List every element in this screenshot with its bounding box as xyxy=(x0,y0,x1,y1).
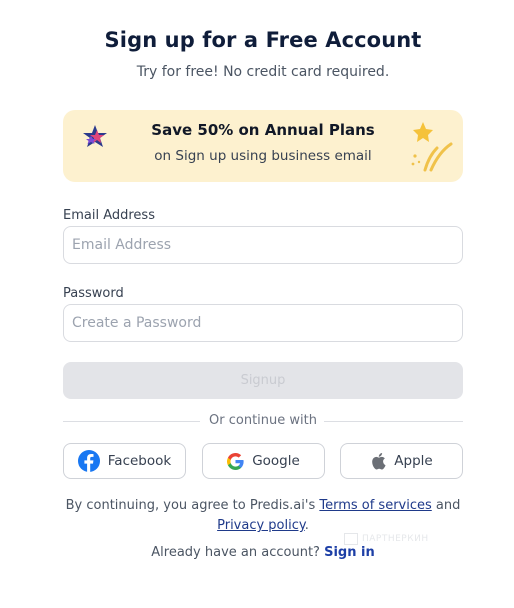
email-label: Email Address xyxy=(63,208,155,223)
signup-button[interactable]: Signup xyxy=(63,362,463,399)
divider-line-right xyxy=(324,421,463,422)
promo-title: Save 50% on Annual Plans xyxy=(151,121,375,139)
signin-prompt: Already have an account? Sign in xyxy=(0,545,514,560)
promo-subtitle: on Sign up using business email xyxy=(154,148,372,164)
terms-of-service-link[interactable]: Terms of services xyxy=(319,498,431,513)
terms-suffix: . xyxy=(304,518,309,533)
google-icon xyxy=(227,452,244,470)
promo-banner: Save 50% on Annual Plans on Sign up usin… xyxy=(63,110,463,182)
google-label: Google xyxy=(252,453,300,469)
password-label: Password xyxy=(63,286,124,301)
apple-icon xyxy=(372,453,386,470)
email-field[interactable] xyxy=(63,226,463,264)
watermark-text: ПАРТНЕРКИН xyxy=(362,534,429,544)
terms-middle: and xyxy=(431,498,461,513)
facebook-button[interactable]: Facebook xyxy=(63,443,186,479)
page-subtitle: Try for free! No credit card required. xyxy=(136,64,390,80)
apple-label: Apple xyxy=(394,453,433,469)
page-title: Sign up for a Free Account xyxy=(104,28,422,52)
password-field[interactable] xyxy=(63,304,463,342)
signup-page: Sign up for a Free Account Try for free!… xyxy=(0,0,514,608)
celebration-burst-icon xyxy=(411,122,453,172)
google-button[interactable]: Google xyxy=(202,443,325,479)
terms-prefix: By continuing, you agree to Predis.ai's xyxy=(65,498,320,513)
signin-text: Already have an account? xyxy=(151,545,325,560)
signin-link[interactable]: Sign in xyxy=(324,545,375,560)
watermark-logo-icon xyxy=(344,533,358,545)
privacy-policy-link[interactable]: Privacy policy xyxy=(217,518,305,533)
social-divider: Or continue with xyxy=(63,412,463,430)
facebook-label: Facebook xyxy=(107,453,172,469)
apple-button[interactable]: Apple xyxy=(340,443,463,479)
facebook-icon xyxy=(77,450,100,472)
